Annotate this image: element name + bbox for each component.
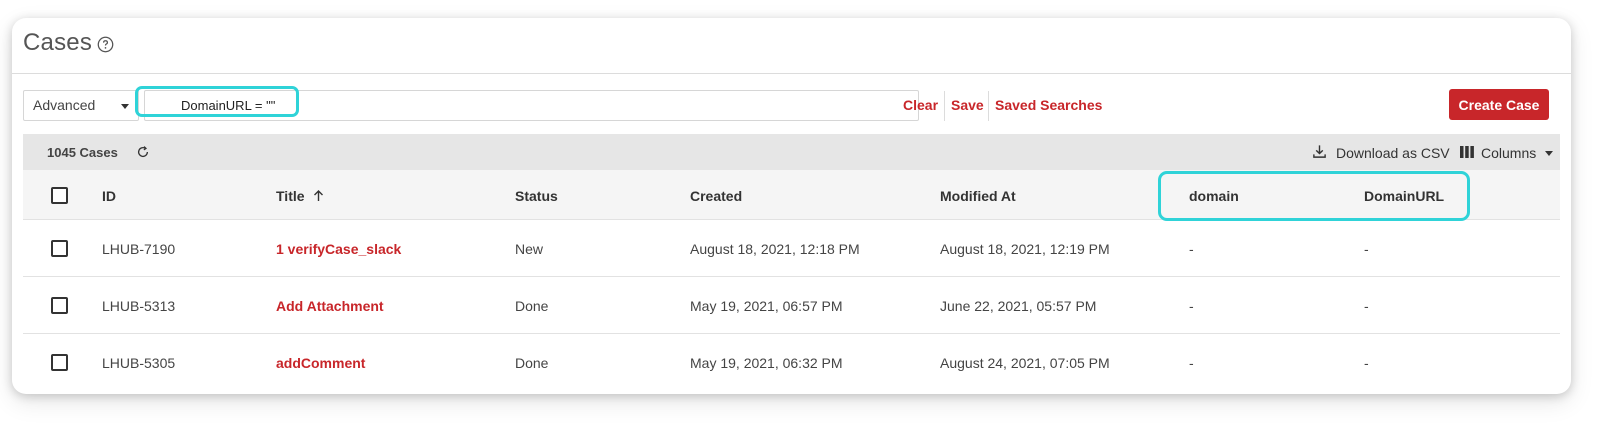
chevron-down-icon: [121, 104, 129, 109]
case-count: 1045 Cases: [47, 145, 118, 160]
save-button[interactable]: Save: [951, 97, 984, 113]
case-domain: -: [1189, 355, 1194, 371]
select-all-checkbox[interactable]: [51, 187, 68, 204]
case-status: Done: [515, 355, 549, 371]
search-mode-value: Advanced: [33, 97, 96, 113]
page-header: Cases: [12, 18, 1571, 74]
download-icon: [1313, 145, 1326, 158]
case-domainurl: -: [1364, 298, 1369, 314]
table-row[interactable]: LHUB-5305 addComment Done May 19, 2021, …: [23, 334, 1560, 382]
column-header-domain[interactable]: domain: [1189, 188, 1239, 204]
results-summary-bar: 1045 Cases Download as CSV Columns: [23, 134, 1560, 170]
divider: [944, 91, 945, 121]
case-created: May 19, 2021, 06:32 PM: [690, 355, 843, 371]
create-case-button[interactable]: Create Case: [1449, 89, 1549, 120]
arrow-up-icon: [314, 190, 324, 201]
case-status: New: [515, 241, 544, 257]
table-row[interactable]: LHUB-5313 Add Attachment Done May 19, 20…: [23, 277, 1560, 334]
case-domain: -: [1189, 241, 1194, 257]
case-modified: August 24, 2021, 07:05 PM: [940, 355, 1110, 371]
question-circle-icon[interactable]: [97, 36, 114, 53]
case-id: LHUB-7190: [102, 241, 176, 257]
page-title: Cases: [23, 29, 93, 56]
refresh-icon[interactable]: [136, 145, 150, 159]
column-header-id[interactable]: ID: [102, 188, 116, 204]
search-input[interactable]: DomainURL = "": [144, 90, 919, 121]
case-title-link[interactable]: addComment: [276, 355, 365, 371]
columns-icon: [1460, 146, 1474, 158]
row-checkbox[interactable]: [51, 354, 68, 371]
row-checkbox[interactable]: [51, 240, 68, 257]
column-header-status[interactable]: Status: [515, 188, 558, 204]
chevron-down-icon: [1545, 151, 1553, 156]
case-title-link[interactable]: 1 verifyCase_slack: [276, 241, 401, 257]
case-id: LHUB-5313: [102, 298, 176, 314]
column-header-title[interactable]: Title: [276, 188, 324, 204]
search-mode-select[interactable]: Advanced: [23, 90, 139, 121]
divider: [988, 91, 989, 121]
column-header-modified[interactable]: Modified At: [940, 188, 1016, 204]
case-created: August 18, 2021, 12:18 PM: [690, 241, 860, 257]
search-toolbar: Advanced DomainURL = "" Clear Save Saved…: [12, 74, 1571, 134]
column-header-domainurl[interactable]: DomainURL: [1364, 188, 1444, 204]
case-domain: -: [1189, 298, 1194, 314]
case-created: May 19, 2021, 06:57 PM: [690, 298, 843, 314]
table-row[interactable]: LHUB-7190 1 verifyCase_slack New August …: [23, 220, 1560, 277]
search-query-text: DomainURL = "": [181, 98, 276, 113]
download-csv-button[interactable]: Download as CSV: [1336, 145, 1450, 161]
column-header-title-label: Title: [276, 188, 305, 204]
case-domainurl: -: [1364, 355, 1369, 371]
case-title-link[interactable]: Add Attachment: [276, 298, 384, 314]
case-id: LHUB-5305: [102, 355, 176, 371]
saved-searches-button[interactable]: Saved Searches: [995, 97, 1102, 113]
columns-button[interactable]: Columns: [1481, 145, 1536, 161]
column-header-created[interactable]: Created: [690, 188, 742, 204]
case-status: Done: [515, 298, 549, 314]
case-domainurl: -: [1364, 241, 1369, 257]
case-modified: June 22, 2021, 05:57 PM: [940, 298, 1097, 314]
clear-button[interactable]: Clear: [903, 97, 938, 113]
case-modified: August 18, 2021, 12:19 PM: [940, 241, 1110, 257]
row-checkbox[interactable]: [51, 297, 68, 314]
table-header-row: ID Title Status Created Modified At doma…: [23, 170, 1560, 220]
